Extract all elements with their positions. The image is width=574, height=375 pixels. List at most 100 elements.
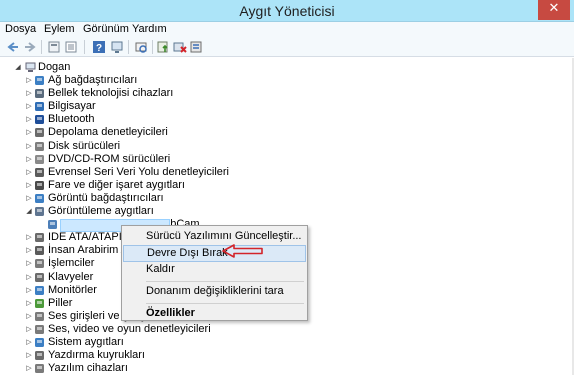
tree-category-item[interactable]: ▷ Depolama denetleyicileri xyxy=(0,126,560,139)
tree-category-item[interactable]: ▷ DVD/CD-ROM sürücüleri xyxy=(0,153,560,166)
menu-uninstall[interactable]: Kaldır xyxy=(123,261,306,278)
expand-arrow-icon[interactable]: ▷ xyxy=(25,166,33,179)
collapse-arrow-icon[interactable]: ◢ xyxy=(14,61,22,74)
toolbar-separator xyxy=(41,40,42,54)
display-icon[interactable] xyxy=(110,40,124,54)
tree-category-item[interactable]: ▷ Yazılım cihazları xyxy=(0,362,560,375)
imaging-device-icon xyxy=(35,207,44,216)
back-icon[interactable] xyxy=(6,40,20,54)
menu-dosya[interactable]: Dosya xyxy=(5,23,36,35)
expand-arrow-icon[interactable]: ▷ xyxy=(25,362,33,375)
expand-arrow-icon[interactable]: ▷ xyxy=(25,126,33,139)
disk-drive-icon xyxy=(35,141,44,151)
menu-properties[interactable]: Özellikler xyxy=(123,305,306,322)
list-icon[interactable] xyxy=(64,40,78,54)
menu-eylem[interactable]: Eylem xyxy=(44,23,75,35)
ide-controller-icon xyxy=(35,233,44,243)
menu-yardim[interactable]: Yardım xyxy=(132,23,167,35)
update-driver-icon[interactable] xyxy=(156,40,170,54)
battery-icon xyxy=(35,298,44,308)
tree-item-label: Depolama denetleyicileri xyxy=(48,126,168,139)
uninstall-icon[interactable] xyxy=(173,40,187,54)
menu-gorunum[interactable]: Görünüm xyxy=(83,23,129,35)
annotation-arrow-icon xyxy=(222,244,263,258)
expand-arrow-icon[interactable]: ▷ xyxy=(25,192,33,205)
printer-icon xyxy=(35,351,44,361)
tree-root-label: Dogan xyxy=(38,61,71,73)
expand-arrow-icon[interactable]: ▷ xyxy=(25,284,33,297)
enable-icon[interactable] xyxy=(189,40,203,54)
expand-arrow-icon[interactable]: ▷ xyxy=(25,271,33,284)
forward-icon[interactable] xyxy=(23,40,37,54)
tree-item-label: Disk sürücüleri xyxy=(48,139,121,152)
tree-category-item[interactable]: ▷ Evrensel Seri Veri Yolu denetleyicileri xyxy=(0,166,560,179)
menu-disable[interactable]: Devre Dışı Bırak xyxy=(123,245,306,262)
expand-arrow-icon[interactable]: ▷ xyxy=(25,257,33,270)
expand-arrow-icon[interactable]: ▷ xyxy=(25,336,33,349)
close-button[interactable]: ✕ xyxy=(538,0,570,20)
expand-arrow-icon[interactable]: ▷ xyxy=(25,244,33,257)
expand-arrow-icon[interactable]: ▷ xyxy=(25,74,33,87)
bluetooth-icon xyxy=(35,115,44,125)
menu-scan-hardware[interactable]: Donanım değişikliklerini tara xyxy=(123,283,306,300)
tree-category-item[interactable]: ▷ Yazdırma kuyrukları xyxy=(0,349,560,362)
expand-arrow-icon[interactable]: ▷ xyxy=(25,87,33,100)
expand-arrow-icon[interactable]: ▷ xyxy=(25,140,33,153)
expand-arrow-icon[interactable]: ▷ xyxy=(25,100,33,113)
tree-item-label: Bluetooth xyxy=(48,113,95,126)
expand-arrow-icon[interactable]: ▷ xyxy=(25,153,33,166)
tree-item-label: Klavyeler xyxy=(48,270,94,283)
system-device-icon xyxy=(35,338,44,347)
mouse-icon xyxy=(35,180,44,190)
tree-item-label: Görüntü bağdaştırıcıları xyxy=(48,191,164,204)
tree-category-item[interactable]: ▷ Bluetooth xyxy=(0,113,560,126)
expand-arrow-icon[interactable]: ▷ xyxy=(25,349,33,362)
tree-category-item[interactable]: ▷ Ağ bağdaştırıcıları xyxy=(0,74,560,87)
expand-arrow-icon[interactable]: ▷ xyxy=(25,113,33,126)
tree-category-item[interactable]: ▷ Fare ve diğer işaret aygıtları xyxy=(0,179,560,192)
tree-item-label: Bilgisayar xyxy=(48,100,96,113)
tree-category-item[interactable]: ▷ Ses, video ve oyun denetleyicileri xyxy=(0,323,560,336)
expand-arrow-icon[interactable]: ▷ xyxy=(25,297,33,310)
collapse-arrow-icon[interactable]: ◢ xyxy=(25,205,33,218)
tree-item-label: Piller xyxy=(48,296,73,309)
tree-category-item[interactable]: ▷ Bellek teknolojisi cihazları xyxy=(0,87,560,100)
tree-item-label: Bellek teknolojisi cihazları xyxy=(48,87,174,100)
svg-text:?: ? xyxy=(96,43,102,54)
tree-item-label: Ağ bağdaştırıcıları xyxy=(48,74,138,86)
storage-controller-icon xyxy=(35,128,44,138)
expand-arrow-icon[interactable]: ▷ xyxy=(25,310,33,323)
properties-view-icon[interactable] xyxy=(47,40,61,54)
menu-separator xyxy=(146,281,304,282)
audio-io-icon xyxy=(35,311,44,321)
help-icon[interactable]: ? xyxy=(92,40,106,54)
tree-item-label: Yazılım cihazları xyxy=(48,362,128,375)
computer-root-icon xyxy=(25,62,36,72)
scan-icon[interactable] xyxy=(134,40,148,54)
expand-arrow-icon[interactable]: ▷ xyxy=(25,231,33,244)
menu-update-driver[interactable]: Sürücü Yazılımını Güncelleştir... xyxy=(123,228,306,245)
tree-item-label: Sistem aygıtları xyxy=(48,336,124,348)
expand-arrow-icon[interactable]: ▷ xyxy=(25,179,33,192)
tree-category-item[interactable]: ▷ Disk sürücüleri xyxy=(0,140,560,153)
tree-root[interactable]: ◢ Dogan xyxy=(0,61,200,74)
tree-category-item[interactable]: ◢ Görüntüleme aygıtları xyxy=(0,205,560,218)
tree-category-item[interactable]: ▷ Görüntü bağdaştırıcıları xyxy=(0,192,560,205)
tree-item-label: Ses, video ve oyun denetleyicileri xyxy=(48,322,211,335)
processor-icon xyxy=(35,259,44,269)
sound-icon xyxy=(35,324,44,334)
device-tree[interactable]: ◢ Dogan ▷ Ağ bağdaştırıcıları ▷ Bellek tekn… xyxy=(0,58,574,375)
display-adapter-icon xyxy=(35,193,44,203)
menu-bar: Dosya Eylem Görünüm Yardım xyxy=(0,22,574,37)
hid-icon xyxy=(35,246,44,256)
window-title: Aygıt Yöneticisi xyxy=(239,3,335,19)
expand-arrow-icon[interactable]: ▷ xyxy=(25,323,33,336)
toolbar-separator xyxy=(152,40,153,54)
memory-icon xyxy=(35,89,44,99)
context-menu: Sürücü Yazılımını Güncelleştir... Devre … xyxy=(121,225,308,321)
title-bar: Aygıt Yöneticisi ✕ xyxy=(0,0,574,22)
tree-item-label: Fare ve diğer işaret aygıtları xyxy=(48,178,185,191)
menu-separator xyxy=(146,303,304,304)
tree-category-item[interactable]: ▷ Bilgisayar xyxy=(0,100,560,113)
tree-category-item[interactable]: ▷ Sistem aygıtları xyxy=(0,336,560,349)
